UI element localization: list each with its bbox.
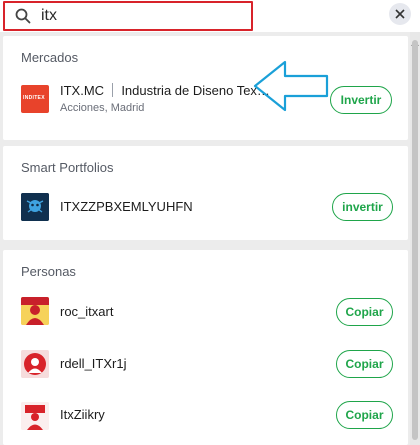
copiar-button[interactable]: Copiar [336,298,393,326]
invertir-button[interactable]: Invertir [330,86,392,114]
avatar-roc-itxart [21,297,49,325]
inditex-logo: INDITEX [21,85,49,113]
search-input[interactable]: itx [3,1,253,31]
persona-name[interactable]: ItxZiikry [60,407,105,422]
mercados-item-title[interactable]: ITX.MC Industria de Diseno Tex… [60,83,270,98]
divider [111,83,113,97]
section-title-mercados: Mercados [21,50,79,65]
persona-name[interactable]: rdell_ITXr1j [60,356,126,371]
smart-portfolios-section: Smart Portfolios ITXZZPBXEMLYUHFN invert… [3,146,408,240]
instrument-symbol: ITX.MC [60,83,105,98]
scrollbar-thumb[interactable] [412,40,418,440]
instrument-name: Industria de Diseno Tex… [121,83,270,98]
avatar-rdell-itxr1j [21,350,49,378]
copiar-button[interactable]: Copiar [336,401,393,429]
avatar-itxziikry [21,402,49,430]
inditex-logo-text: INDITEX [23,95,45,101]
scroll-up-icon[interactable] [411,33,419,46]
search-query[interactable]: itx [41,7,57,25]
mercados-section: Mercados INDITEX ITX.MC Industria de Dis… [3,36,408,140]
persona-name[interactable]: roc_itxart [60,304,113,319]
section-title-smart-portfolios: Smart Portfolios [21,160,114,175]
copiar-button[interactable]: Copiar [336,350,393,378]
close-icon [395,9,405,19]
portfolio-name[interactable]: ITXZZPBXEMLYUHFN [60,199,193,214]
instrument-exchange: Madrid [110,102,145,114]
annotation-arrow [253,60,329,117]
portfolio-icon [21,193,49,221]
invertir-portfolio-button[interactable]: invertir [332,193,393,221]
instrument-meta: Acciones, Madrid [60,102,145,114]
section-title-personas: Personas [21,264,76,279]
personas-section: Personas roc_itxart Copiar rdell_ITXr1j … [3,250,408,445]
close-button[interactable] [389,3,411,25]
instrument-type: Acciones [60,102,105,114]
search-bar: itx [0,0,420,32]
search-icon [15,8,31,24]
